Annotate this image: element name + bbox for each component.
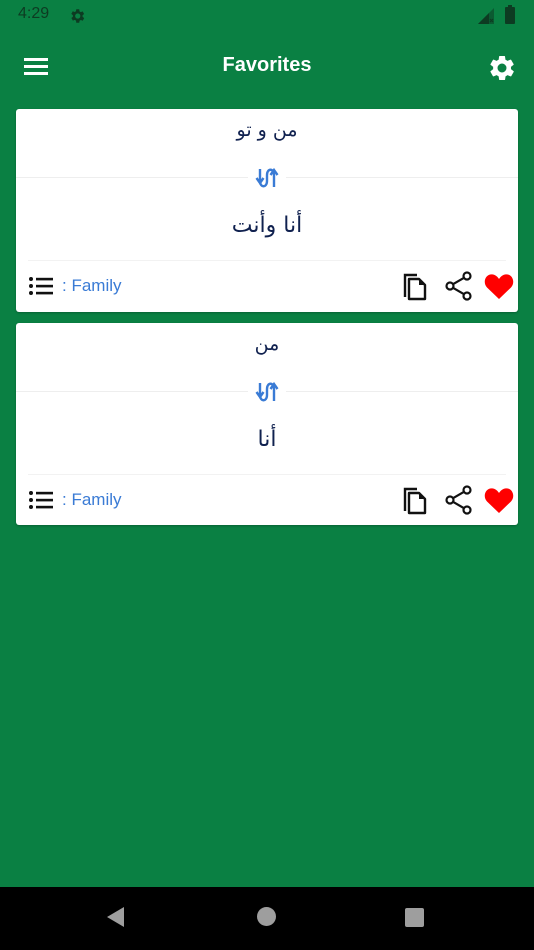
page-title: Favorites bbox=[222, 54, 312, 76]
favorite-card: من أنا : Family bbox=[16, 323, 518, 525]
favorite-card: من و تو أنا وأنت : Family bbox=[16, 109, 518, 312]
status-time: 4:29 bbox=[18, 5, 50, 22]
home-icon[interactable] bbox=[257, 907, 276, 926]
source-phrase: من و تو bbox=[236, 119, 298, 141]
recents-icon[interactable] bbox=[405, 908, 424, 927]
divider bbox=[28, 260, 506, 261]
status-settings-icon bbox=[71, 9, 85, 23]
list-icon bbox=[29, 491, 53, 509]
copy-icon[interactable] bbox=[397, 270, 429, 302]
target-phrase: أنا وأنت bbox=[231, 213, 303, 238]
heart-icon[interactable] bbox=[483, 270, 515, 302]
system-nav-bar bbox=[0, 887, 534, 950]
target-phrase: أنا bbox=[257, 427, 277, 452]
battery-icon bbox=[505, 5, 515, 24]
category-link[interactable]: : Family bbox=[28, 485, 122, 515]
category-label: : Family bbox=[62, 490, 122, 509]
settings-icon[interactable] bbox=[487, 53, 517, 83]
status-bar: 4:29 bbox=[0, 0, 534, 34]
heart-icon[interactable] bbox=[483, 484, 515, 516]
copy-icon[interactable] bbox=[397, 484, 429, 516]
swap-icon[interactable] bbox=[248, 379, 286, 405]
app-bar: Favorites bbox=[0, 34, 534, 100]
back-icon[interactable] bbox=[106, 906, 126, 928]
divider bbox=[28, 474, 506, 475]
category-label: : Family bbox=[62, 276, 122, 295]
list-icon bbox=[29, 277, 53, 295]
share-icon[interactable] bbox=[443, 270, 475, 302]
category-link[interactable]: : Family bbox=[28, 271, 122, 301]
source-phrase: من bbox=[254, 333, 280, 355]
signal-icon bbox=[478, 8, 494, 24]
swap-icon[interactable] bbox=[248, 165, 286, 191]
share-icon[interactable] bbox=[443, 484, 475, 516]
